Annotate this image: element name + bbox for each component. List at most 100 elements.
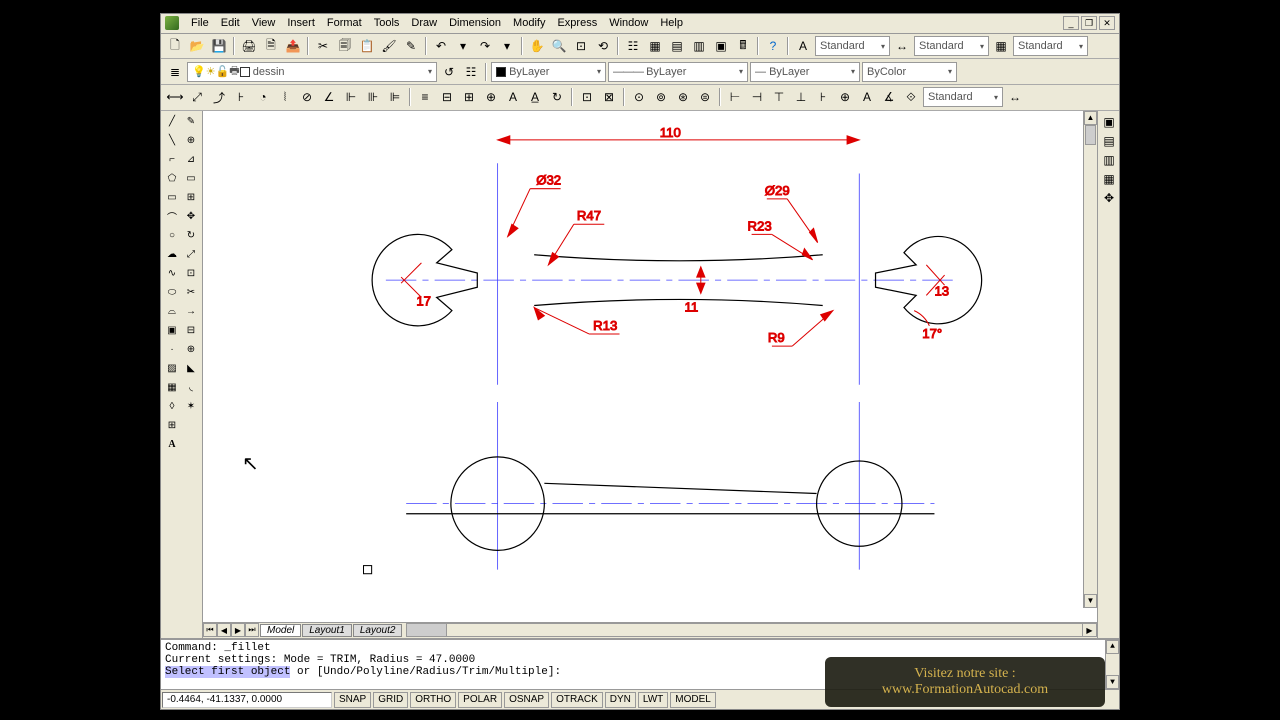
explode-icon[interactable]: ✶ [182,398,200,416]
move-icon[interactable]: ✥ [182,208,200,226]
close-button[interactable]: ✕ [1099,16,1115,30]
menu-insert[interactable]: Insert [281,15,321,31]
dim-angular-icon[interactable]: ∠ [319,87,339,107]
plotstyle-dropdown[interactable]: ByColor▾ [862,62,957,82]
dyn-toggle[interactable]: DYN [605,692,636,708]
minimize-button[interactable]: _ [1063,16,1079,30]
line-icon[interactable]: ╱ [163,113,181,131]
tool-palette-icon[interactable]: ▤ [667,36,687,56]
dim-d9-icon[interactable]: ⟐ [901,87,921,107]
layer-previous-icon[interactable]: ↺ [439,62,459,82]
zoom-window-icon[interactable]: ⊡ [571,36,591,56]
dim-linear-icon[interactable]: ⟷ [165,87,185,107]
print-preview-icon[interactable]: 🗎 [261,36,281,56]
osnap-toggle[interactable]: OSNAP [504,692,549,708]
design-center-icon[interactable]: ▦ [645,36,665,56]
ortho-toggle[interactable]: ORTHO [410,692,456,708]
dim-reassoc-icon[interactable]: ⊠ [599,87,619,107]
polygon-icon[interactable]: ⬠ [163,170,181,188]
menu-modify[interactable]: Modify [507,15,551,31]
block-icon[interactable]: ▣ [163,322,181,340]
cmd-scroll-down-icon[interactable]: ▼ [1106,675,1119,689]
region-icon[interactable]: ◊ [163,398,181,416]
tool5-icon[interactable]: ✥ [1100,189,1118,207]
dim-edit-icon[interactable]: A [503,87,523,107]
match-props-icon[interactable]: 🖌 [379,36,399,56]
menu-dimension[interactable]: Dimension [443,15,507,31]
dim-break-icon[interactable]: ⊟ [437,87,457,107]
open-icon[interactable]: 📂 [187,36,207,56]
point-icon[interactable]: · [163,341,181,359]
calculator-icon[interactable]: 🖩 [733,36,753,56]
menu-help[interactable]: Help [654,15,689,31]
tolerance-icon[interactable]: ⊞ [459,87,479,107]
dim-override-icon[interactable]: ⊡ [577,87,597,107]
undo-dropdown-icon[interactable]: ▾ [453,36,473,56]
markup-icon[interactable]: ▣ [711,36,731,56]
dim-radius-icon[interactable]: ◔ [253,87,273,107]
ellipse-icon[interactable]: ⬭ [163,284,181,302]
dim-ordinate-icon[interactable]: ⊦ [231,87,251,107]
paste-icon[interactable]: 📋 [357,36,377,56]
gradient-icon[interactable]: ▦ [163,379,181,397]
tab-last-icon[interactable]: ⏭ [245,623,259,637]
text-style-icon[interactable]: A [793,36,813,56]
menu-file[interactable]: File [185,15,215,31]
dimstyle-dropdown[interactable]: Standard▾ [923,87,1003,107]
sheet-set-icon[interactable]: ▥ [689,36,709,56]
grid-toggle[interactable]: GRID [373,692,408,708]
array-icon[interactable]: ⊞ [182,189,200,207]
redo-icon[interactable]: ↷ [475,36,495,56]
dim-arc-icon[interactable]: ⤴ [209,87,229,107]
rectangle-icon[interactable]: ▭ [163,189,181,207]
cmd-scrollbar[interactable]: ▲ ▼ [1105,640,1119,689]
dim-c3-icon[interactable]: ⊛ [673,87,693,107]
scroll-thumb[interactable] [1085,125,1096,145]
dim-d4-icon[interactable]: ⊥ [791,87,811,107]
dim-style-icon[interactable]: ↔ [892,36,912,56]
layer-manager-icon[interactable]: ≣ [165,62,185,82]
rotate-icon[interactable]: ↻ [182,227,200,245]
center-mark-icon[interactable]: ⊕ [481,87,501,107]
tab-model[interactable]: Model [260,624,301,637]
xline-icon[interactable]: ╲ [163,132,181,150]
dim-style-dropdown[interactable]: Standard▾ [914,36,989,56]
restore-button[interactable]: ❐ [1081,16,1097,30]
ellipse-arc-icon[interactable]: ⌓ [163,303,181,321]
mtext-icon[interactable]: A [163,436,181,454]
menu-draw[interactable]: Draw [405,15,443,31]
lineweight-dropdown[interactable]: — ByLayer▾ [750,62,860,82]
stretch-icon[interactable]: ⊡ [182,265,200,283]
dim-diameter-icon[interactable]: ⊘ [297,87,317,107]
color-dropdown[interactable]: ByLayer▾ [491,62,606,82]
snap-toggle[interactable]: SNAP [334,692,371,708]
chamfer-icon[interactable]: ◣ [182,360,200,378]
dim-d5-icon[interactable]: ⊦ [813,87,833,107]
hscroll-right-icon[interactable]: ▶ [1082,624,1096,636]
menu-tools[interactable]: Tools [368,15,406,31]
menu-view[interactable]: View [246,15,282,31]
tab-prev-icon[interactable]: ◀ [217,623,231,637]
new-icon[interactable]: 🗋 [165,36,185,56]
layer-states-icon[interactable]: ☷ [461,62,481,82]
fillet-icon[interactable]: ◟ [182,379,200,397]
zoom-previous-icon[interactable]: ⟲ [593,36,613,56]
text-style-dropdown[interactable]: Standard▾ [815,36,890,56]
pan-icon[interactable]: ✋ [527,36,547,56]
save-icon[interactable]: 💾 [209,36,229,56]
dim-update-icon[interactable]: ↻ [547,87,567,107]
redo-dropdown-icon[interactable]: ▾ [497,36,517,56]
lwt-toggle[interactable]: LWT [638,692,668,708]
spline-icon[interactable]: ∿ [163,265,181,283]
menu-edit[interactable]: Edit [215,15,246,31]
circle-icon[interactable]: ○ [163,227,181,245]
tool1-icon[interactable]: ▣ [1100,113,1118,131]
dim-space-icon[interactable]: ≡ [415,87,435,107]
table-icon[interactable]: ⊞ [163,417,181,435]
tool3-icon[interactable]: ▥ [1100,151,1118,169]
tab-next-icon[interactable]: ▶ [231,623,245,637]
tool2-icon[interactable]: ▤ [1100,132,1118,150]
menu-express[interactable]: Express [551,15,603,31]
revcloud-icon[interactable]: ☁ [163,246,181,264]
dim-c2-icon[interactable]: ⊚ [651,87,671,107]
